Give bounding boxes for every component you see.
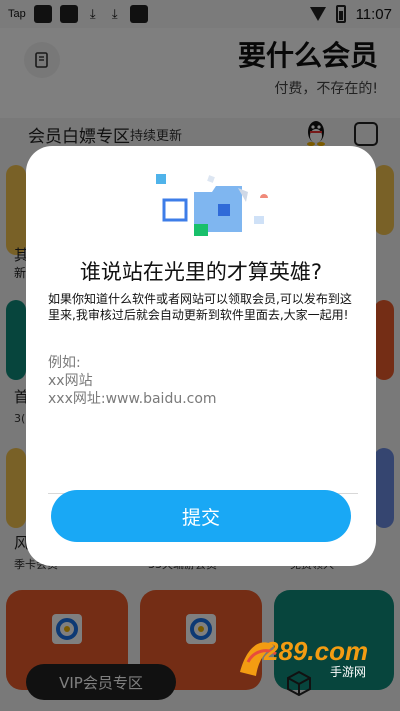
site-watermark: 289.com 手游网: [240, 636, 368, 679]
watermark-tagline: 手游网: [330, 665, 366, 679]
dialog-description: 如果你知道什么软件或者网站可以领取会员,可以发布到这里来,我审核过后就会自动更新…: [48, 292, 352, 322]
watermark-brand: 289.com: [263, 636, 368, 666]
submit-dialog: 谁说站在光里的才算英雄? 如果你知道什么软件或者网站可以领取会员,可以发布到这里…: [26, 146, 376, 566]
submission-input[interactable]: [48, 354, 358, 494]
dialog-title: 谁说站在光里的才算英雄?: [79, 260, 323, 284]
folder-illustration: [156, 174, 268, 236]
submit-button[interactable]: 提交: [51, 490, 351, 542]
